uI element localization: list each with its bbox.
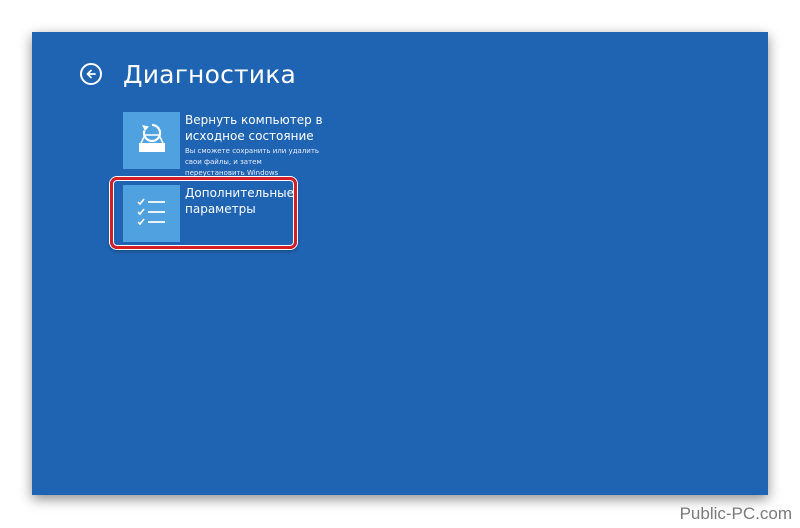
back-button[interactable]: [80, 63, 102, 85]
checklist-icon: [135, 197, 169, 231]
reset-pc-tile: [123, 112, 180, 169]
reset-pc-description: Вы сможете сохранить или удалить свои фа…: [185, 147, 320, 177]
advanced-options[interactable]: Дополнительные параметры: [123, 185, 323, 242]
advanced-options-text: Дополнительные параметры: [185, 185, 323, 242]
reset-pc-option[interactable]: Вернуть компьютер в исходное состояние В…: [123, 112, 323, 177]
reset-pc-icon: [133, 121, 171, 161]
watermark: Public-PC.com: [679, 504, 792, 523]
back-arrow-icon: [85, 68, 97, 80]
recovery-screen: Диагностика Вернуть компьютер в исходное…: [32, 32, 768, 495]
reset-pc-title: Вернуть компьютер в исходное состояние: [185, 113, 323, 143]
header: Диагностика: [80, 56, 296, 92]
page-title: Диагностика: [123, 59, 297, 89]
reset-pc-text: Вернуть компьютер в исходное состояние В…: [185, 112, 323, 177]
advanced-options-tile: [123, 185, 180, 242]
advanced-options-title: Дополнительные параметры: [185, 186, 295, 216]
